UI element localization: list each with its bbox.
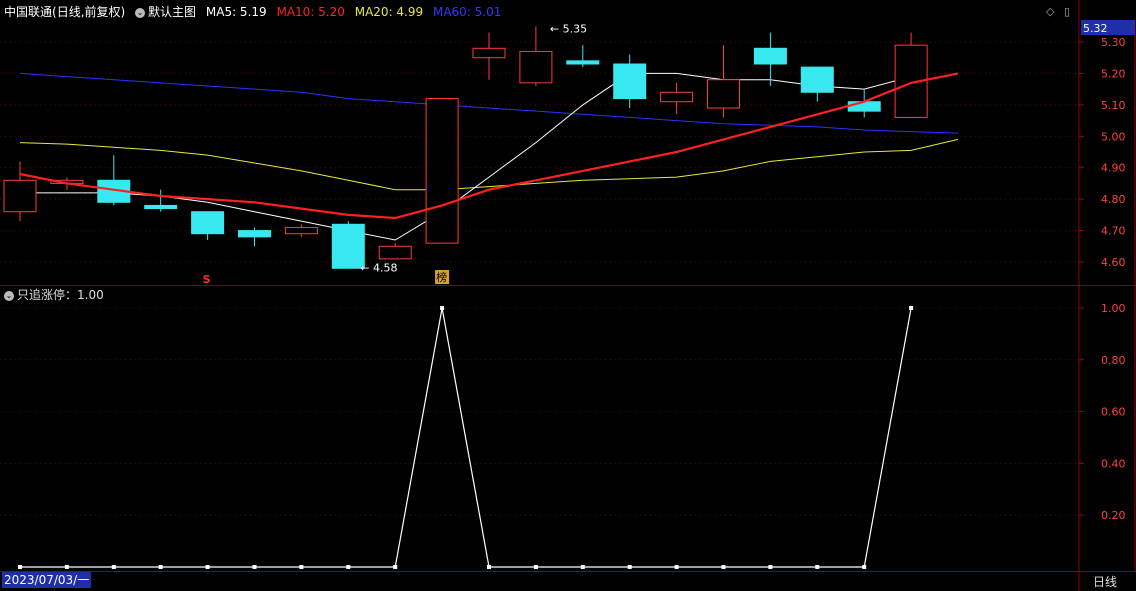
indicator-tick-label: 0.20 — [1101, 509, 1126, 522]
indicator-point — [346, 565, 351, 569]
indicator-point — [252, 565, 257, 569]
indicator-point — [487, 565, 491, 569]
indicator-label[interactable]: 只追涨停：1.00 — [17, 288, 104, 302]
chevron-down-icon[interactable]: ⌄ — [4, 290, 14, 301]
indicator-point — [815, 565, 820, 569]
candle-body — [847, 101, 881, 112]
candle-body — [660, 91, 694, 103]
indicator-header: ⌄ 只追涨停：1.00 — [4, 286, 104, 303]
indicator-tick-label: 0.40 — [1101, 457, 1126, 470]
candle-body — [3, 179, 37, 213]
candle-body — [707, 79, 740, 109]
price-tick-label: 5.00 — [1101, 130, 1126, 143]
indicator-point — [440, 306, 445, 310]
period-tab[interactable]: 日线 — [1093, 573, 1117, 590]
candle-body — [472, 47, 506, 59]
indicator-point — [674, 565, 679, 569]
price-tick-label: 4.90 — [1101, 162, 1126, 175]
chevron-down-icon[interactable]: ⌄ — [135, 7, 146, 18]
candle-body — [144, 204, 178, 210]
ma10-label: MA10: 5.20 — [276, 5, 345, 19]
indicator-tick-label: 1.00 — [1101, 302, 1126, 315]
chart-header: 中国联通(日线,前复权) ⌄ 默认主图 MA5: 5.19 MA10: 5.20 … — [4, 3, 501, 20]
adjust-mode[interactable]: (日线,前复权) — [52, 5, 125, 19]
candle-body — [753, 47, 787, 65]
panel-toggle-icon[interactable]: ▯ — [1064, 5, 1070, 18]
stock-name[interactable]: 中国联通 — [4, 5, 52, 19]
ma5-line — [20, 72, 912, 241]
price-tick-label: 4.80 — [1101, 193, 1126, 206]
indicator-point — [299, 565, 304, 569]
ma60-label: MA60: 5.01 — [432, 5, 502, 19]
indicator-tick-label: 0.60 — [1101, 406, 1126, 419]
candle-body — [800, 66, 834, 93]
price-tick-label: 5.20 — [1101, 67, 1126, 80]
candle-body — [613, 63, 647, 100]
low-annotation: ← 4.58 — [360, 261, 397, 274]
indicator-point — [721, 565, 726, 569]
ma20-line — [19, 138, 959, 191]
indicator-point — [909, 306, 914, 310]
indicator-tick-label: 0.80 — [1101, 354, 1126, 367]
candle-body — [566, 60, 600, 65]
high-annotation: ← 5.35 — [550, 22, 587, 35]
diamond-icon[interactable]: ◇ — [1046, 5, 1054, 18]
main-chart-label[interactable]: 默认主图 — [148, 5, 196, 19]
candle-body — [191, 211, 225, 235]
indicator-point — [18, 565, 22, 569]
price-tick-label: 5.30 — [1101, 36, 1126, 49]
candle-body — [425, 98, 459, 244]
indicator-point — [627, 565, 632, 569]
candle-body — [238, 230, 271, 238]
price-tick-label: 5.10 — [1101, 99, 1126, 112]
candle-body — [284, 226, 318, 235]
signal-s-marker: S — [203, 273, 211, 286]
indicator-point — [533, 565, 538, 569]
indicator-point — [205, 565, 210, 569]
ma20-label: MA20: 4.99 — [354, 5, 424, 19]
indicator-line — [20, 307, 912, 568]
price-tick-label: 4.70 — [1101, 225, 1126, 238]
bang-marker: 榜 — [436, 270, 447, 284]
indicator-point — [768, 565, 773, 569]
indicator-point — [158, 565, 163, 569]
toolbar-icons: ◇ ▯ — [1046, 5, 1070, 18]
indicator-point — [580, 565, 585, 569]
current-date: 2023/07/03/一 — [2, 572, 92, 588]
candle-body — [519, 50, 553, 84]
indicator-point — [862, 565, 867, 569]
indicator-point — [111, 565, 116, 569]
indicator-point — [64, 565, 69, 569]
ma5-label: MA5: 5.19 — [205, 5, 267, 19]
indicator-point — [393, 565, 398, 569]
price-tick-label: 4.60 — [1101, 256, 1126, 269]
current-price-label: 5.32 — [1083, 22, 1108, 35]
candle-body — [378, 245, 412, 260]
chart-canvas: 5.30 5.20 5.10 5.00 4.90 4.80 4.70 4.60 5.32 1.00… — [0, 0, 1136, 591]
